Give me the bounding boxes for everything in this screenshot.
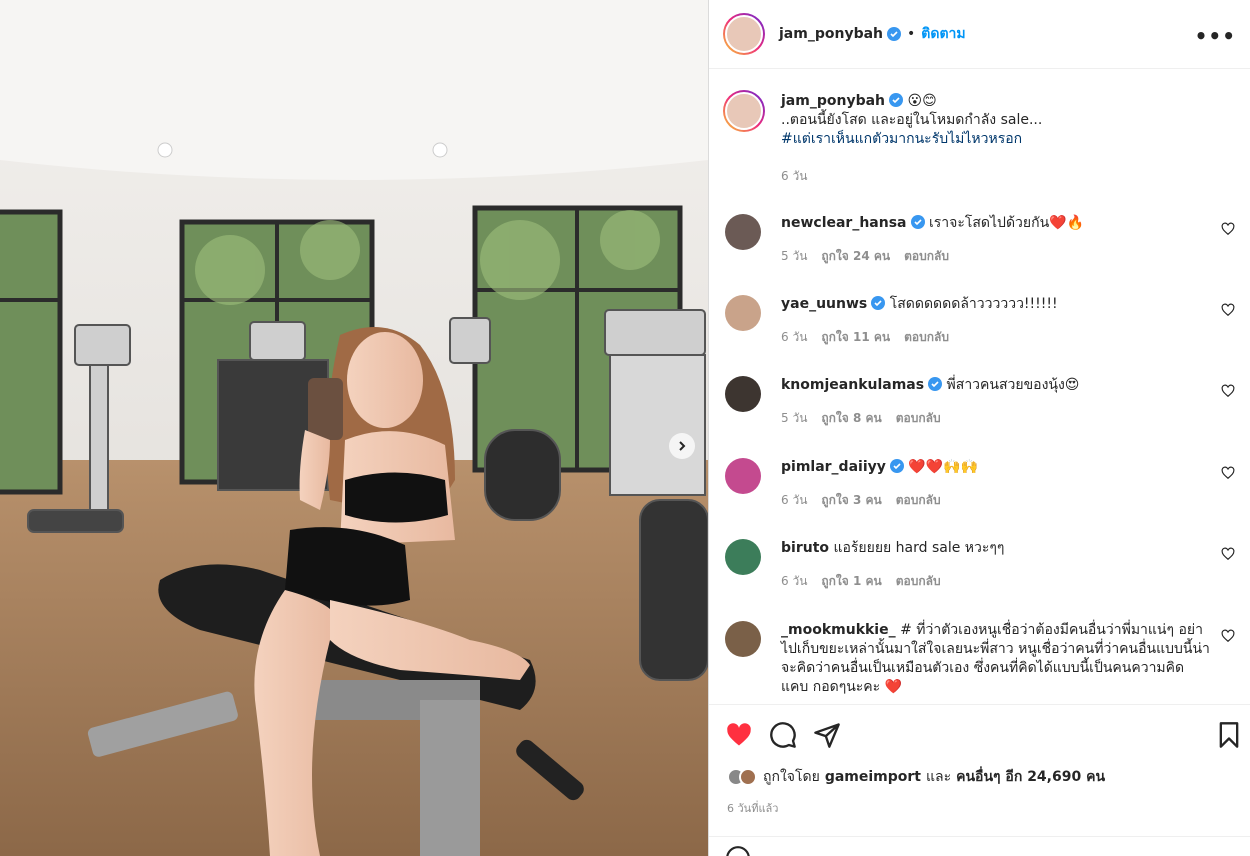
comment-text: เราจะโสดไปด้วยกัน❤️🔥 (928, 215, 1085, 231)
comment-avatar[interactable] (725, 539, 761, 575)
reply-button[interactable]: ตอบกลับ (896, 574, 941, 588)
verified-icon (889, 93, 904, 107)
reply-button[interactable]: ตอบกลับ (896, 411, 941, 425)
comment-time[interactable]: 6 วัน (781, 574, 807, 588)
post-date[interactable]: 6 วันที่แล้ว (727, 799, 778, 817)
emoji-icon[interactable] (725, 845, 751, 856)
comment-likes[interactable]: ถูกใจ 3 คน (821, 493, 881, 507)
comment-text: ❤️❤️🙌🙌 (908, 459, 979, 475)
reply-button[interactable]: ตอบกลับ (896, 493, 941, 507)
bookmark-icon[interactable] (1215, 721, 1243, 749)
caption-username[interactable]: jam_ponybah (781, 93, 885, 109)
reply-button[interactable]: ตอบกลับ (904, 249, 949, 263)
post-panel: jam_ponybah • ติดตาม ••• jam_ponybah 😮😊 … (708, 0, 1250, 856)
comment-username[interactable]: yae_uunws (781, 296, 867, 312)
add-comment-area[interactable] (709, 836, 1250, 856)
verified-icon (928, 377, 943, 391)
caption-text: ..ตอนนี้ยังโสด และอยู่ในโหมดกำลัง sale..… (781, 112, 1043, 128)
author-username[interactable]: jam_ponybah (779, 26, 883, 42)
caption: jam_ponybah 😮😊 ..ตอนนี้ยังโสด และอยู่ในโ… (723, 90, 1235, 192)
comment-time[interactable]: 5 วัน (781, 249, 807, 263)
like-comment-heart-icon[interactable] (1221, 629, 1235, 643)
comment-likes[interactable]: ถูกใจ 24 คน (821, 249, 890, 263)
like-comment-heart-icon[interactable] (1221, 547, 1235, 561)
comment-avatar[interactable] (725, 458, 761, 494)
comment-icon[interactable] (769, 721, 797, 749)
like-heart-icon[interactable] (725, 721, 753, 749)
action-bar (709, 704, 1250, 766)
comment-text: โสดดดดดดล้าวววววว!!!!!! (889, 296, 1058, 312)
likes-prefix: ถูกใจโดย (763, 769, 820, 785)
comment-text: พี่สาวคนสวยของนุ้ง😍 (946, 377, 1080, 393)
comment-avatar[interactable] (725, 376, 761, 412)
like-comment-heart-icon[interactable] (1221, 222, 1235, 236)
verified-icon (889, 459, 904, 473)
post-header: jam_ponybah • ติดตาม ••• (709, 0, 1250, 69)
like-comment-heart-icon[interactable] (1221, 384, 1235, 398)
comment-username[interactable]: knomjeankulamas (781, 377, 924, 393)
comment-username[interactable]: _mookmukkie_ (781, 622, 896, 638)
post-image[interactable] (0, 0, 708, 856)
comment-avatar[interactable] (725, 295, 761, 331)
comment-likes[interactable]: ถูกใจ 8 คน (821, 411, 881, 425)
like-comment-heart-icon[interactable] (1221, 303, 1235, 317)
verified-icon (871, 296, 886, 310)
likes-others[interactable]: คนอื่นๆ อีก 24,690 คน (956, 766, 1105, 788)
caption-emojis: 😮😊 (907, 93, 937, 109)
comment-time[interactable]: 6 วัน (781, 493, 807, 507)
caption-time[interactable]: 6 วัน (781, 169, 807, 183)
verified-icon (887, 27, 902, 41)
like-comment-heart-icon[interactable] (1221, 466, 1235, 480)
gym-photo (0, 0, 708, 856)
separator-dot: • (907, 26, 916, 42)
author-avatar[interactable] (723, 13, 765, 55)
reply-button[interactable]: ตอบกลับ (904, 330, 949, 344)
likes-and: และ (926, 769, 952, 785)
chevron-right-icon (679, 441, 686, 451)
comment-username[interactable]: biruto (781, 540, 829, 556)
liker-username[interactable]: gameimport (825, 769, 921, 785)
verified-icon (910, 215, 925, 229)
caption-avatar[interactable] (723, 90, 765, 132)
comment-likes[interactable]: ถูกใจ 11 คน (821, 330, 890, 344)
comment-text: แอร้ยยยย hard sale หวะๆๆ (833, 540, 1005, 556)
follow-button[interactable]: ติดตาม (921, 23, 965, 45)
comment-likes[interactable]: ถูกใจ 1 คน (821, 574, 881, 588)
share-icon[interactable] (813, 721, 841, 749)
next-image-button[interactable] (669, 433, 695, 459)
comment-username[interactable]: newclear_hansa (781, 215, 907, 231)
comment-time[interactable]: 6 วัน (781, 330, 807, 344)
comment-time[interactable]: 5 วัน (781, 411, 807, 425)
comment-avatar[interactable] (725, 621, 761, 657)
comments-list: jam_ponybah 😮😊 ..ตอนนี้ยังโสด และอยู่ในโ… (709, 70, 1250, 704)
caption-hashtag[interactable]: #แต่เราเห็นแกตัวมากนะรับไม่ไหวหรอก (781, 131, 1022, 147)
liker-avatar (739, 768, 757, 786)
comment-avatar[interactable] (725, 214, 761, 250)
more-options-button[interactable]: ••• (1195, 24, 1236, 48)
comment-username[interactable]: pimlar_daiiyy (781, 459, 886, 475)
likes-summary: ถูกใจโดย gameimport และ คนอื่นๆ อีก 24,6… (727, 766, 1105, 788)
